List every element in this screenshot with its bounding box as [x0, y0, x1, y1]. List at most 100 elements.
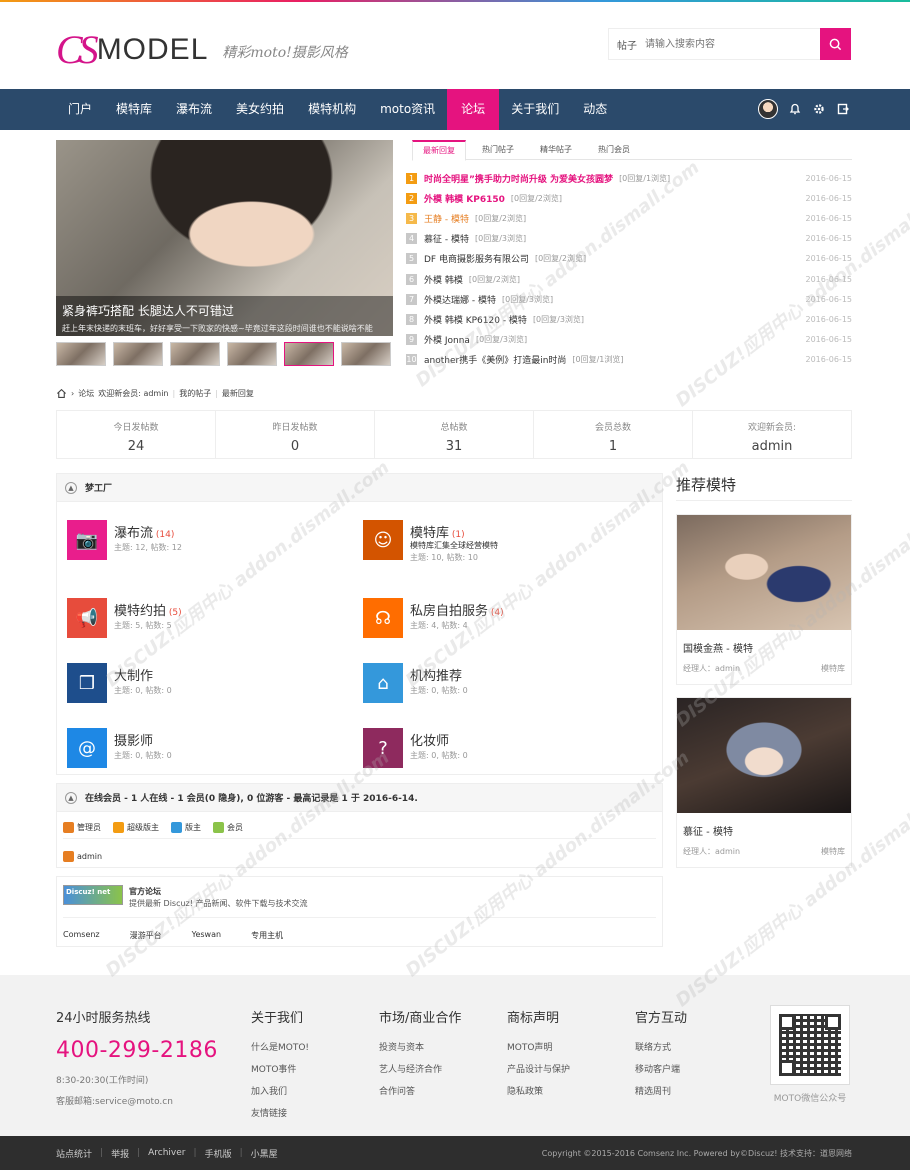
legend-item[interactable]: 会员 [213, 822, 243, 833]
tab[interactable]: 热门帖子 [472, 140, 524, 160]
footer-link[interactable]: MOTO事件 [251, 1062, 309, 1075]
post-title[interactable]: 外模 韩模 [424, 273, 463, 286]
slider-thumb[interactable] [113, 342, 163, 366]
post-row[interactable]: 8 外模 韩模 KP6120 - 模特 [0回复/3浏览] 2016-06-15 [406, 309, 852, 329]
forum-item[interactable]: ☊ 私房自拍服务 (4) 主题: 4, 帖数: 4 [363, 598, 643, 640]
smile-icon[interactable]: ☺ [363, 520, 403, 560]
footer-link[interactable]: 移动客户端 [635, 1062, 687, 1075]
latest-replies-link[interactable]: 最新回复 [222, 388, 254, 399]
post-title[interactable]: 外模 韩模 KP6150 [424, 192, 505, 205]
nav-item[interactable]: 论坛 [447, 89, 500, 130]
collapse-icon[interactable]: ▲ [65, 791, 77, 804]
logout-icon[interactable] [836, 102, 850, 116]
slider-thumb[interactable] [227, 342, 277, 366]
camera-icon[interactable]: 📷 [67, 520, 107, 560]
post-title[interactable]: 外模 韩模 KP6120 - 模特 [424, 313, 527, 326]
forum-name[interactable]: 瀑布流 (14) [114, 522, 174, 541]
forum-group-title[interactable]: 梦工厂 [85, 481, 112, 494]
post-title[interactable]: 时尚全明星”携手助力时尚升级 为爱美女孩圆梦 [424, 172, 613, 185]
nav-item[interactable]: 门户 [56, 89, 104, 130]
post-row[interactable]: 1 时尚全明星”携手助力时尚升级 为爱美女孩圆梦 [0回复/1浏览] 2016-06-… [406, 168, 852, 188]
home-icon[interactable] [56, 388, 67, 399]
forum-item[interactable]: @ 摄影师 主题: 0, 帖数: 0 [67, 728, 347, 770]
forum-name[interactable]: 大制作 [114, 665, 153, 684]
slider-thumb-active[interactable] [284, 342, 334, 366]
nav-item[interactable]: 瀑布流 [164, 89, 224, 130]
forum-name[interactable]: 化妆师 [410, 730, 449, 749]
footer-link[interactable]: 什么是MOTO! [251, 1040, 309, 1053]
nav-item[interactable]: 美女约拍 [224, 89, 296, 130]
tab[interactable]: 最新回复 [412, 140, 466, 161]
forum-item[interactable]: 📷 瀑布流 (14) 主题: 12, 帖数: 12 [67, 520, 347, 562]
nav-item[interactable]: 关于我们 [499, 89, 571, 130]
bottom-link[interactable]: 举报 [111, 1147, 129, 1160]
user-avatar[interactable] [758, 99, 778, 119]
settings-gear-icon[interactable] [812, 102, 826, 116]
tab[interactable]: 精华帖子 [530, 140, 582, 160]
post-title[interactable]: 慕征 - 模特 [424, 232, 469, 245]
search-input[interactable] [645, 29, 805, 59]
post-row[interactable]: 9 外模 Jonna [0回复/3浏览] 2016-06-15 [406, 330, 852, 350]
footer-link[interactable]: 精选周刊 [635, 1084, 687, 1097]
model-photo[interactable] [677, 698, 851, 813]
footer-link[interactable]: 加入我们 [251, 1084, 309, 1097]
forum-item[interactable]: ? 化妆师 主题: 0, 帖数: 0 [363, 728, 643, 770]
bottom-link[interactable]: 手机版 [205, 1147, 232, 1160]
friend-link[interactable]: Yeswan [192, 930, 221, 941]
search-type-select[interactable]: 帖子 [609, 37, 645, 52]
search-button[interactable] [820, 28, 851, 60]
footer-link[interactable]: 联络方式 [635, 1040, 687, 1053]
model-tag[interactable]: 模特库 [821, 663, 845, 674]
post-row[interactable]: 7 外模达瑞娜 - 模特 [0回复/3浏览] 2016-06-15 [406, 289, 852, 309]
forum-name[interactable]: 模特约拍 (5) [114, 600, 182, 619]
breadcrumb-section[interactable]: 论坛 [78, 388, 94, 399]
bottom-link[interactable]: 小黑屋 [251, 1147, 278, 1160]
site-logo[interactable]: CS MODEL 精彩moto!摄影风格 [56, 26, 348, 73]
tab[interactable]: 热门会员 [588, 140, 640, 160]
mail-icon[interactable]: @ [67, 728, 107, 768]
post-title[interactable]: 外模 Jonna [424, 333, 470, 346]
megaphone-icon[interactable]: 📢 [67, 598, 107, 638]
forum-name[interactable]: 模特库 (1) [410, 522, 465, 541]
slider-thumb[interactable] [170, 342, 220, 366]
legend-item[interactable]: 版主 [171, 822, 201, 833]
notification-bell-icon[interactable] [788, 102, 802, 116]
post-row[interactable]: 10 another携手《美例》打造最in时尚 [0回复/1浏览] 2016-06-1… [406, 350, 852, 370]
forum-item[interactable]: ❒ 大制作 主题: 0, 帖数: 0 [67, 663, 347, 705]
model-tag[interactable]: 模特库 [821, 846, 845, 857]
question-icon[interactable]: ? [363, 728, 403, 768]
legend-item[interactable]: 超级版主 [113, 822, 159, 833]
post-row[interactable]: 5 DF 电商摄影服务有限公司 [0回复/2浏览] 2016-06-15 [406, 249, 852, 269]
featured-slider[interactable]: 紧身裤巧搭配 长腿达人不可错过 赶上年末快递的末班车，好好享受一下败家的快感~毕… [56, 140, 393, 336]
post-row[interactable]: 4 慕征 - 模特 [0回复/3浏览] 2016-06-15 [406, 229, 852, 249]
nav-item[interactable]: moto资讯 [368, 89, 447, 130]
post-title[interactable]: another携手《美例》打造最in时尚 [424, 353, 566, 366]
footer-link[interactable]: 合作问答 [379, 1084, 461, 1097]
post-row[interactable]: 3 王静 - 模特 [0回复/2浏览] 2016-06-15 [406, 208, 852, 228]
slider-thumb[interactable] [56, 342, 106, 366]
post-row[interactable]: 2 外模 韩模 KP6150 [0回复/2浏览] 2016-06-15 [406, 188, 852, 208]
headset-icon[interactable]: ☊ [363, 598, 403, 638]
forum-item[interactable]: 📢 模特约拍 (5) 主题: 5, 帖数: 5 [67, 598, 347, 640]
footer-link[interactable]: 隐私政策 [507, 1084, 570, 1097]
box-icon[interactable]: ❒ [67, 663, 107, 703]
post-title[interactable]: 外模达瑞娜 - 模特 [424, 293, 496, 306]
slider-title[interactable]: 紧身裤巧搭配 长腿达人不可错过 [62, 302, 387, 319]
footer-link[interactable]: 投资与资本 [379, 1040, 461, 1053]
home-icon[interactable]: ⌂ [363, 663, 403, 703]
model-card[interactable]: 慕征 - 模特 经理人：admin 模特库 [676, 697, 852, 868]
nav-item[interactable]: 模特库 [104, 89, 164, 130]
post-title[interactable]: 王静 - 模特 [424, 212, 469, 225]
forum-item[interactable]: ⌂ 机构推荐 主题: 0, 帖数: 0 [363, 663, 643, 705]
forum-item[interactable]: ☺ 模特库 (1) 模特库汇集全球经营模特 主题: 10, 帖数: 10 [363, 520, 643, 562]
footer-link[interactable]: 艺人与经济合作 [379, 1062, 461, 1075]
bottom-link[interactable]: Archiver [148, 1148, 185, 1158]
model-name[interactable]: 国模金燕 - 模特 [677, 630, 851, 655]
footer-link[interactable]: MOTO声明 [507, 1040, 570, 1053]
forum-name[interactable]: 摄影师 [114, 730, 153, 749]
collapse-icon[interactable]: ▲ [65, 481, 77, 494]
model-name[interactable]: 慕征 - 模特 [677, 813, 851, 838]
discuz-link-badge[interactable]: Discuz! net [63, 885, 123, 905]
friend-link[interactable]: 漫游平台 [130, 930, 162, 941]
model-card[interactable]: 国模金燕 - 模特 经理人：admin 模特库 [676, 514, 852, 685]
